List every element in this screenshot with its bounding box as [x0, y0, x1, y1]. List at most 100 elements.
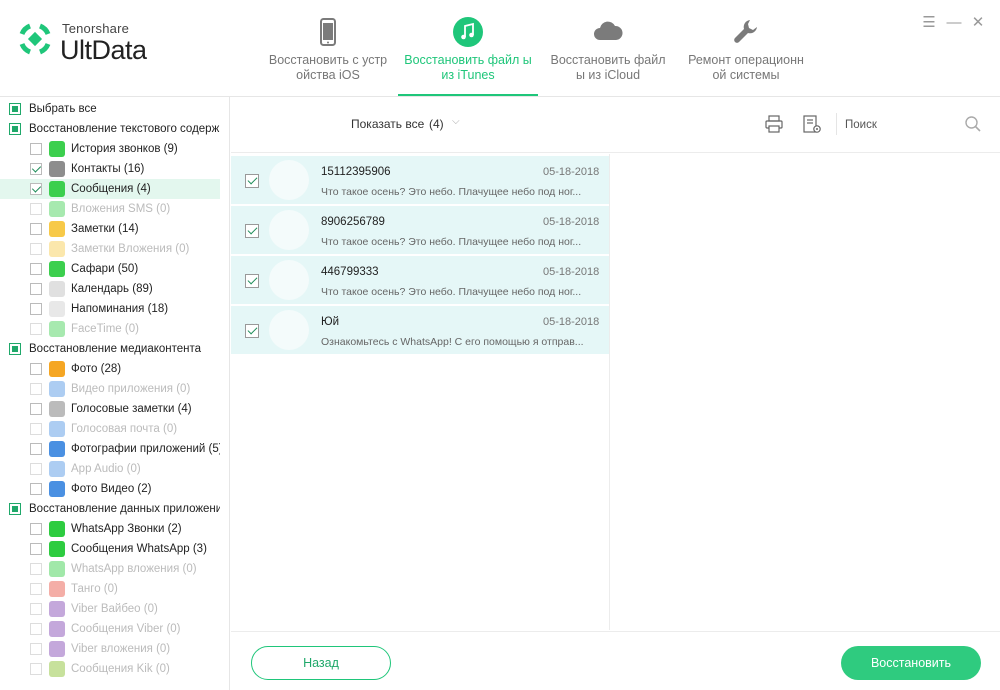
whatsapp-icon	[49, 541, 65, 557]
export-settings-icon[interactable]	[802, 114, 822, 134]
item-checkbox[interactable]	[30, 583, 42, 595]
item-checkbox[interactable]	[30, 523, 42, 535]
sidebar-item-label: Видео приложения (0)	[71, 383, 191, 395]
item-checkbox[interactable]	[30, 303, 42, 315]
item-checkbox[interactable]	[30, 223, 42, 235]
message-row[interactable]: 15112395906 05-18-2018 Что такое осень? Эт…	[231, 156, 609, 204]
sidebar-item[interactable]: Сообщения WhatsApp (3)	[0, 539, 220, 559]
message-list: 15112395906 05-18-2018 Что такое осень? Эт…	[231, 154, 610, 630]
sidebar-item-label: Сообщения (4)	[71, 183, 151, 195]
sidebar-item[interactable]: App Audio (0)	[0, 459, 220, 479]
menu-icon[interactable]: ☰	[920, 14, 938, 32]
sidebar-item-label: Голосовые заметки (4)	[71, 403, 192, 415]
sidebar-section-header[interactable]: Восстановление текстового содержи	[0, 119, 220, 139]
item-checkbox[interactable]	[30, 423, 42, 435]
item-checkbox[interactable]	[30, 283, 42, 295]
item-checkbox[interactable]	[30, 643, 42, 655]
item-checkbox[interactable]	[30, 443, 42, 455]
sidebar-item[interactable]: Голосовые заметки (4)	[0, 399, 220, 419]
item-checkbox[interactable]	[30, 263, 42, 275]
item-checkbox[interactable]	[30, 383, 42, 395]
message-row[interactable]: 8906256789 05-18-2018 Что такое осень? Это…	[231, 206, 609, 254]
sidebar-item-label: FaceTime (0)	[71, 323, 139, 335]
message-checkbox[interactable]	[245, 224, 259, 238]
tab-repair-os[interactable]: Ремонт операционн ой системы	[684, 0, 808, 96]
item-checkbox[interactable]	[30, 603, 42, 615]
sidebar-item[interactable]: Сообщения Viber (0)	[0, 619, 220, 639]
sidebar-item[interactable]: Вложения SMS (0)	[0, 199, 220, 219]
show-all-filter[interactable]: Показать все	[351, 117, 424, 131]
recover-button[interactable]: Восстановить	[841, 646, 981, 680]
message-row[interactable]: 446799333 05-18-2018 Что такое осень? Это …	[231, 256, 609, 304]
sidebar-item[interactable]: Заметки (14)	[0, 219, 220, 239]
item-checkbox[interactable]	[30, 243, 42, 255]
sidebar-item[interactable]: Viber Вайбео (0)	[0, 599, 220, 619]
item-checkbox[interactable]	[30, 203, 42, 215]
section-toggle-icon[interactable]	[9, 123, 21, 135]
sidebar-item[interactable]: Напоминания (18)	[0, 299, 220, 319]
item-checkbox[interactable]	[30, 663, 42, 675]
sidebar-item[interactable]: Сообщения Kik (0)	[0, 659, 220, 679]
tab-label: Ремонт операционн ой системы	[688, 53, 804, 82]
message-checkbox[interactable]	[245, 274, 259, 288]
sidebar-item[interactable]: Заметки Вложения (0)	[0, 239, 220, 259]
sidebar-item[interactable]: Видео приложения (0)	[0, 379, 220, 399]
sidebar-section-header[interactable]: Восстановление данных приложений	[0, 499, 220, 519]
sidebar-item[interactable]: FaceTime (0)	[0, 319, 220, 339]
viber-icon	[49, 621, 65, 637]
item-checkbox[interactable]	[30, 623, 42, 635]
item-checkbox[interactable]	[30, 543, 42, 555]
search-input[interactable]	[845, 114, 955, 136]
search-icon[interactable]	[964, 115, 982, 133]
sidebar-item[interactable]: Танго (0)	[0, 579, 220, 599]
app-audio-icon	[49, 461, 65, 477]
sidebar-item[interactable]: Фотографии приложений (5)	[0, 439, 220, 459]
section-toggle-icon[interactable]	[9, 343, 21, 355]
message-row[interactable]: Юй 05-18-2018 Ознакомьтесь с WhatsApp! С е…	[231, 306, 609, 354]
sidebar-item[interactable]: Контакты (16)	[0, 159, 220, 179]
sidebar-item[interactable]: Голосовая почта (0)	[0, 419, 220, 439]
item-checkbox[interactable]	[30, 483, 42, 495]
sidebar-item[interactable]: Viber вложения (0)	[0, 639, 220, 659]
whatsapp-attachment-icon	[49, 561, 65, 577]
sidebar-item[interactable]: Фото (28)	[0, 359, 220, 379]
select-all-checkbox[interactable]	[9, 103, 21, 115]
tab-recover-ios[interactable]: Восстановить с устр ойства iOS	[266, 0, 390, 96]
sidebar-section-header[interactable]: Восстановление медиаконтента	[0, 339, 220, 359]
sidebar-item[interactable]: WhatsApp Звонки (2)	[0, 519, 220, 539]
sidebar-item-label: Напоминания (18)	[71, 303, 169, 315]
message-checkbox[interactable]	[245, 174, 259, 188]
sidebar-item[interactable]: Фото Видео (2)	[0, 479, 220, 499]
sidebar-item-label: Viber Вайбео (0)	[71, 603, 158, 615]
close-button[interactable]: ✕	[969, 14, 987, 32]
chevron-down-icon[interactable]: ⌵	[452, 116, 460, 127]
sidebar-item[interactable]: Сафари (50)	[0, 259, 220, 279]
sidebar-item[interactable]: Сообщения (4)	[0, 179, 220, 199]
tab-recover-icloud[interactable]: Восстановить файл ы из iCloud	[546, 0, 670, 96]
section-toggle-icon[interactable]	[9, 503, 21, 515]
notes-icon	[49, 221, 65, 237]
sidebar-item[interactable]: Календарь (89)	[0, 279, 220, 299]
attachment-icon	[49, 201, 65, 217]
item-checkbox[interactable]	[30, 563, 42, 575]
tab-recover-itunes[interactable]: Восстановить файл ы из iTunes	[398, 0, 538, 96]
back-button[interactable]: Назад	[251, 646, 391, 680]
minimize-button[interactable]: —	[945, 14, 963, 32]
item-checkbox[interactable]	[30, 163, 42, 175]
tab-label: Восстановить файл ы из iTunes	[404, 53, 532, 82]
print-icon[interactable]	[764, 114, 784, 134]
sidebar-item[interactable]: WhatsApp вложения (0)	[0, 559, 220, 579]
tango-icon	[49, 581, 65, 597]
item-checkbox[interactable]	[30, 463, 42, 475]
sidebar-item-label: Viber вложения (0)	[71, 643, 171, 655]
item-checkbox[interactable]	[30, 403, 42, 415]
select-all-row[interactable]: Выбрать все	[0, 99, 220, 119]
app-window: Tenorshare UltData Восстановить с устр о…	[0, 0, 1000, 690]
item-checkbox[interactable]	[30, 363, 42, 375]
item-checkbox[interactable]	[30, 143, 42, 155]
sidebar-item[interactable]: История звонков (9)	[0, 139, 220, 159]
message-checkbox[interactable]	[245, 324, 259, 338]
item-checkbox[interactable]	[30, 183, 42, 195]
item-checkbox[interactable]	[30, 323, 42, 335]
select-all-label: Выбрать все	[29, 103, 97, 115]
